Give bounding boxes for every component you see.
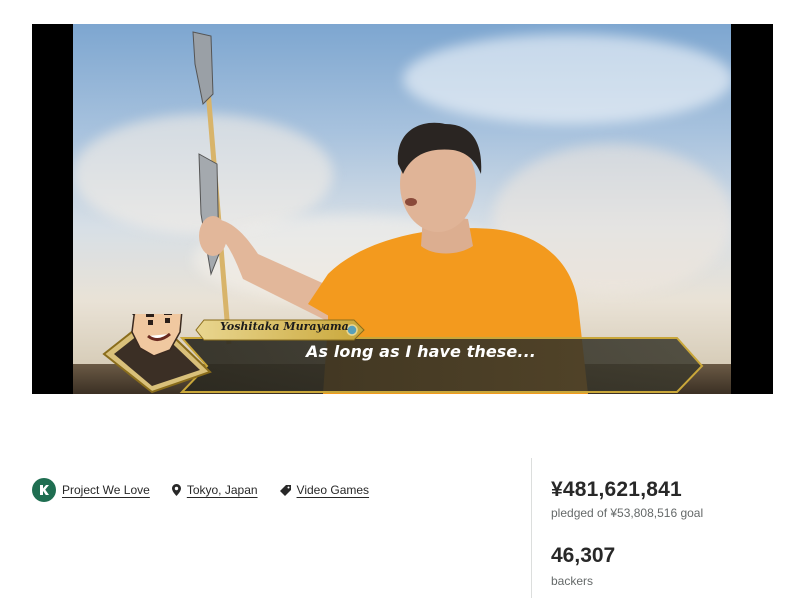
speaker-name: Yoshitaka Murayama xyxy=(220,320,349,333)
project-meta: Project We Love Tokyo, Japan Video Games xyxy=(32,478,391,502)
location-label: Tokyo, Japan xyxy=(186,483,258,497)
kickstarter-k-icon xyxy=(32,478,56,502)
subtitle-line: As long as I have these... xyxy=(306,342,536,361)
backers-count: 46,307 xyxy=(551,544,616,567)
category-label: Video Games xyxy=(296,483,370,497)
location-link[interactable]: Tokyo, Japan xyxy=(171,483,258,497)
project-we-love-link[interactable]: Project We Love xyxy=(32,478,150,502)
vertical-divider xyxy=(531,458,532,598)
pledged-goal-caption: pledged of ¥53,808,516 goal xyxy=(551,506,704,520)
video-player[interactable]: Yoshitaka Murayama As long as I have the… xyxy=(32,24,773,394)
project-we-love-label: Project We Love xyxy=(62,483,150,497)
backers-caption: backers xyxy=(551,574,594,588)
pledged-amount: ¥481,621,841 xyxy=(551,478,682,501)
category-link[interactable]: Video Games xyxy=(279,483,370,497)
tag-icon xyxy=(279,484,291,496)
location-pin-icon xyxy=(171,484,181,496)
funding-stats: ¥481,621,841 pledged of ¥53,808,516 goal xyxy=(551,478,703,520)
